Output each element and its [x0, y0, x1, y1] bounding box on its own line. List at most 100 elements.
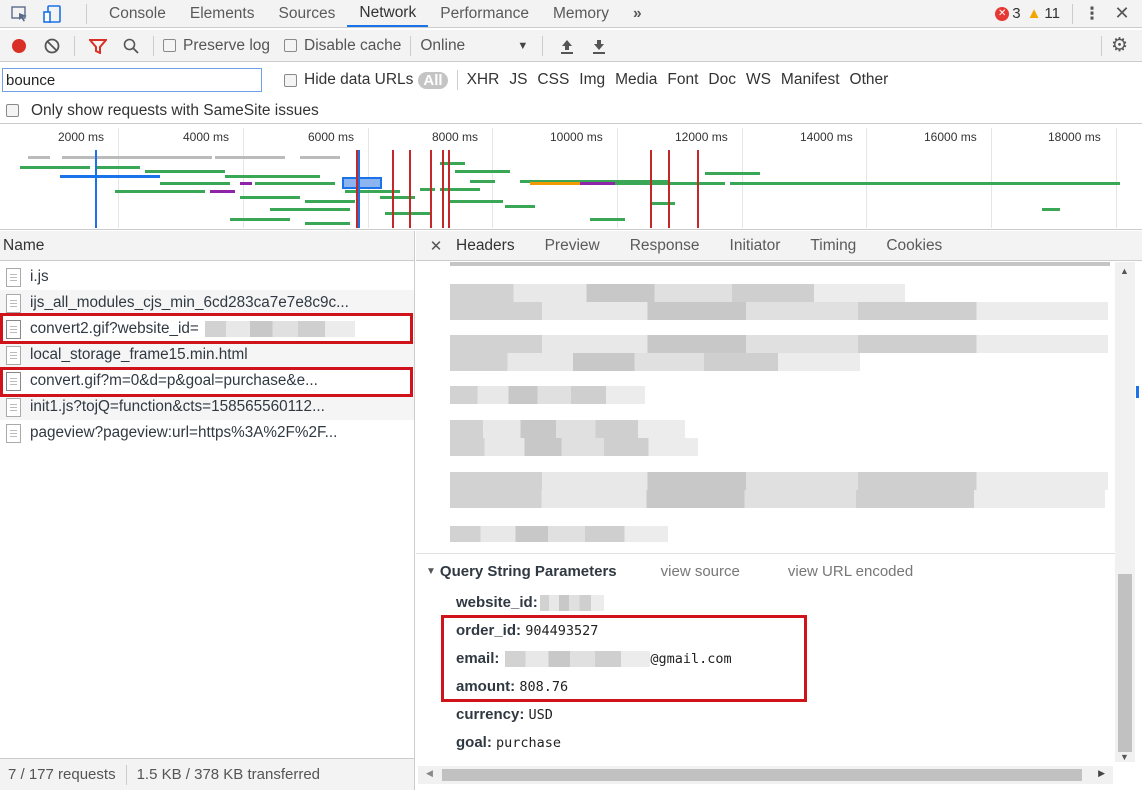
details-scrollbar[interactable]: ▲ ▼	[1115, 262, 1135, 762]
timeline-tick: 18000 ms	[1048, 130, 1101, 144]
tab-performance[interactable]: Performance	[428, 0, 541, 27]
inspect-element-icon[interactable]	[10, 5, 30, 22]
export-har-icon[interactable]	[592, 38, 606, 54]
clear-icon[interactable]	[44, 38, 60, 54]
chevron-down-icon[interactable]: ▼	[517, 40, 528, 52]
scrollbar-thumb[interactable]	[1118, 574, 1132, 752]
filter-type-ws[interactable]: WS	[746, 71, 771, 89]
request-row[interactable]: convert2.gif?website_id=	[0, 316, 414, 342]
request-row[interactable]: local_storage_frame15.min.html	[0, 342, 414, 368]
scroll-up-arrow[interactable]: ▲	[1120, 266, 1129, 276]
divider	[86, 3, 87, 24]
load-event-line	[442, 150, 444, 228]
query-section-header[interactable]: ▼ Query String Parameters view source vi…	[426, 563, 913, 580]
load-event-line	[392, 150, 394, 228]
warning-count[interactable]: 11	[1044, 5, 1060, 22]
gear-icon[interactable]: ⚙	[1111, 34, 1128, 57]
filter-type-media[interactable]: Media	[615, 71, 657, 89]
tab-response[interactable]: Response	[630, 237, 700, 255]
filter-type-all[interactable]: All	[418, 71, 448, 89]
filter-type-xhr[interactable]: XHR	[467, 71, 500, 89]
filter-type-img[interactable]: Img	[579, 71, 605, 89]
preserve-log-label[interactable]: Preserve log	[183, 37, 270, 55]
import-har-icon[interactable]	[560, 38, 574, 54]
query-param: currency: USD	[456, 706, 553, 723]
tab-headers[interactable]: Headers	[456, 237, 515, 255]
disable-cache-label[interactable]: Disable cache	[304, 37, 401, 55]
tab-sources[interactable]: Sources	[267, 0, 348, 27]
filter-input[interactable]	[2, 68, 262, 92]
param-key: order_id:	[456, 622, 522, 639]
timeline-tick: 4000 ms	[183, 130, 230, 144]
details-tab-bar: ✕ Headers Preview Response Initiator Tim…	[416, 231, 1142, 261]
tab-memory[interactable]: Memory	[541, 0, 621, 27]
close-devtools-icon[interactable]: ✕	[1102, 3, 1142, 24]
filter-type-css[interactable]: CSS	[537, 71, 569, 89]
tab-initiator[interactable]: Initiator	[730, 237, 781, 255]
request-row[interactable]: pageview?pageview:url=https%3A%2F%2F...	[0, 420, 414, 446]
scroll-down-arrow[interactable]: ▼	[1120, 752, 1129, 762]
divider	[125, 764, 127, 785]
preserve-log-checkbox[interactable]	[163, 39, 176, 52]
request-row[interactable]: init1.js?tojQ=function&cts=158565560112.…	[0, 394, 414, 420]
file-icon	[6, 345, 21, 365]
hide-data-urls-label[interactable]: Hide data URLs	[304, 71, 413, 89]
tab-console[interactable]: Console	[97, 0, 178, 27]
more-tabs-button[interactable]: »	[621, 0, 654, 27]
tick-line	[617, 128, 618, 228]
filter-type-js[interactable]: JS	[509, 71, 527, 89]
filter-type-font[interactable]: Font	[667, 71, 698, 89]
param-key: currency:	[456, 706, 525, 723]
samesite-checkbox[interactable]	[6, 104, 19, 117]
tick-line	[742, 128, 743, 228]
request-row[interactable]: ijs_all_modules_cjs_min_6cd283ca7e7e8c9c…	[0, 290, 414, 316]
search-icon[interactable]	[123, 38, 139, 54]
scroll-right-arrow[interactable]: ▶	[1098, 768, 1105, 779]
device-toolbar-icon[interactable]	[42, 4, 64, 23]
waterfall-bar	[62, 156, 212, 159]
filter-type-manifest[interactable]: Manifest	[781, 71, 840, 89]
samesite-bar: Only show requests with SameSite issues	[0, 98, 1142, 124]
query-param: goal: purchase	[456, 734, 561, 751]
filter-icon[interactable]	[89, 38, 107, 54]
tick-line	[1116, 128, 1117, 228]
param-value: USD	[528, 707, 553, 723]
samesite-label[interactable]: Only show requests with SameSite issues	[31, 102, 319, 120]
filter-type-other[interactable]: Other	[850, 71, 889, 89]
load-event-line	[668, 150, 670, 228]
query-param: email: @gmail.com	[456, 650, 732, 668]
dom-content-loaded-line	[95, 150, 97, 228]
error-icon[interactable]: ✕	[995, 6, 1010, 21]
waterfall-bar	[470, 180, 495, 183]
horizontal-scrollbar-thumb[interactable]	[442, 769, 1082, 781]
request-row[interactable]: convert.gif?m=0&d=p&goal=purchase&e...	[0, 368, 414, 394]
warning-icon[interactable]: ▲	[1027, 5, 1042, 22]
divider	[1072, 3, 1073, 24]
waterfall-bar	[342, 177, 382, 189]
view-url-encoded-link[interactable]: view URL encoded	[788, 563, 913, 580]
request-name: pageview?pageview:url=https%3A%2F%2F...	[30, 424, 338, 441]
record-icon[interactable]	[12, 38, 26, 53]
request-row[interactable]: i.js	[0, 264, 414, 290]
waterfall-bar	[145, 170, 225, 173]
horizontal-scrollbar[interactable]: ◀ ▶	[418, 766, 1113, 784]
tab-cookies[interactable]: Cookies	[886, 237, 942, 255]
waterfall-bar	[240, 196, 300, 199]
tab-elements[interactable]: Elements	[178, 0, 267, 27]
error-count[interactable]: 3	[1012, 5, 1020, 22]
view-source-link[interactable]: view source	[661, 563, 740, 580]
tab-preview[interactable]: Preview	[545, 237, 600, 255]
tab-network[interactable]: Network	[347, 0, 429, 27]
hide-data-urls-checkbox[interactable]	[284, 73, 297, 87]
disable-cache-checkbox[interactable]	[284, 39, 298, 52]
timeline-tick: 6000 ms	[308, 130, 355, 144]
name-column-header[interactable]: Name	[0, 231, 414, 261]
redacted-value	[204, 321, 355, 337]
scroll-left-arrow[interactable]: ◀	[426, 768, 433, 779]
close-details-icon[interactable]: ✕	[416, 237, 456, 255]
filter-type-doc[interactable]: Doc	[708, 71, 736, 89]
waterfall-bar	[440, 188, 480, 191]
tab-timing[interactable]: Timing	[810, 237, 856, 255]
throttling-select[interactable]: Online	[420, 37, 515, 55]
kebab-menu-icon[interactable]: ⋮	[1082, 4, 1102, 24]
